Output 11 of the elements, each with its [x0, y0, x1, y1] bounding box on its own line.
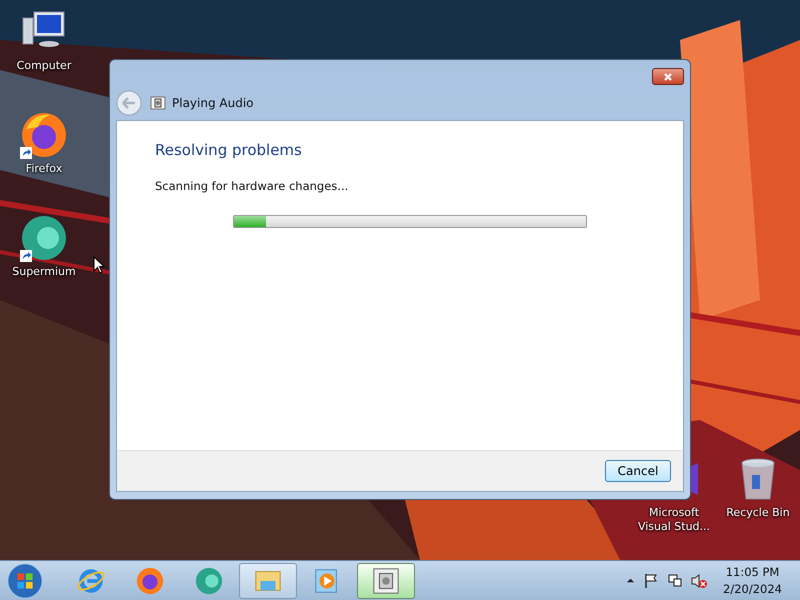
cancel-button[interactable]: Cancel: [605, 460, 671, 482]
desktop-icon-label[interactable]: Supermium: [12, 265, 76, 279]
clock-time[interactable]: 11:05 PM: [726, 564, 780, 580]
status-text: Scanning for hardware changes...: [155, 179, 350, 193]
heading: Resolving problems: [155, 141, 303, 159]
desktop-icon-label[interactable]: Microsoft Visual Stud...: [632, 506, 716, 534]
desktop-icon-label[interactable]: Firefox: [26, 162, 62, 176]
desktop-icon-label[interactable]: Recycle Bin: [726, 506, 790, 520]
window-title: Playing Audio: [172, 96, 254, 110]
clock-date[interactable]: 2/20/2024: [723, 580, 782, 598]
desktop-icon-label[interactable]: Computer: [16, 59, 72, 73]
